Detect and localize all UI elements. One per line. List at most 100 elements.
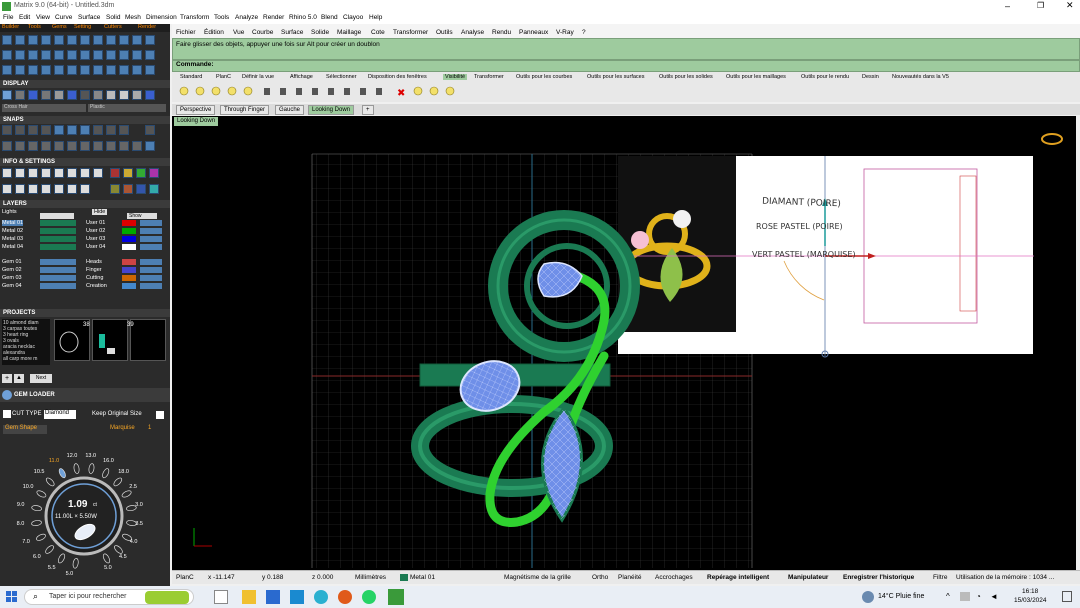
color-5-icon[interactable] [110,184,120,194]
status-planarity[interactable]: Planéité [618,574,642,581]
tab-standard[interactable]: Standard [180,74,202,80]
fillet-tool-icon[interactable] [132,65,142,75]
snap-7-icon[interactable] [67,141,77,151]
store-icon[interactable] [266,590,280,604]
clock-date[interactable]: 15/03/2024 [1014,597,1047,604]
snap-2-icon[interactable] [2,141,12,151]
dial-size-label[interactable]: 10.5 [34,469,45,475]
select-tool-icon[interactable] [2,65,12,75]
layer-color-swatch[interactable] [40,220,76,226]
dial-gem-petal[interactable] [31,520,42,526]
color-2-icon[interactable] [123,168,133,178]
dial-size-label[interactable]: 7.0 [22,539,30,545]
menu-tools[interactable]: Tools [214,14,229,21]
curve-tool-icon[interactable] [2,35,12,45]
viewport-looking-down[interactable]: Looking Down DIAMANT (POIRE) ROSE PASTEL… [172,116,1076,570]
bar-icon[interactable] [67,184,77,194]
split-tool-icon[interactable] [67,50,77,60]
layer-toggle[interactable] [140,220,162,226]
move-tool-icon[interactable] [54,65,64,75]
info-section-header[interactable]: INFO & SETTINGS [0,158,170,166]
close-icon[interactable]: ✕ [1066,0,1074,11]
layer-toggle[interactable] [140,267,162,273]
windows-start-icon[interactable] [6,591,17,602]
dial-gem-petal[interactable] [112,477,123,488]
layer-toggle[interactable] [140,244,162,250]
snap-grid-icon[interactable] [145,125,155,135]
layer-color-swatch[interactable] [40,267,76,273]
tab-dessin[interactable]: Dessin [862,74,879,80]
pave-tool-icon[interactable] [132,35,142,45]
hide-icon[interactable] [80,168,90,178]
dial-gem-petal[interactable] [72,557,79,569]
render-tool-icon[interactable] [145,35,155,45]
dial-size-label[interactable]: 5.5 [48,565,56,571]
layer-right-row-8[interactable]: Creation [86,283,166,290]
cutter-tool-icon[interactable] [119,35,129,45]
dial-size-label[interactable]: 2.5 [129,484,137,490]
dial-size-label[interactable]: 3.5 [135,521,143,527]
user-layer-color[interactable] [122,275,136,281]
tab-outils-courbes[interactable]: Outils pour les courbes [516,74,572,80]
gem-shape-value[interactable]: Marquise [110,425,140,434]
menu-analyse[interactable]: Analyse [461,29,484,36]
circle-tool-icon[interactable] [28,35,38,45]
dial-gem-petal[interactable] [35,533,46,542]
snap-3-icon[interactable] [15,141,25,151]
firefox-icon[interactable] [338,590,352,604]
menu-maillage[interactable]: Maillage [337,29,361,36]
tab-tools[interactable]: Tools [28,24,41,30]
menu-solid[interactable]: Solid [106,14,120,21]
layer-toggle[interactable] [140,228,162,234]
gray-sphere-icon[interactable] [132,90,142,100]
menu-vue[interactable]: Vue [233,29,244,36]
join-tool-icon[interactable] [41,65,51,75]
dial-gem-petal[interactable] [57,553,66,564]
status-history[interactable]: Enregistrer l'historique [843,574,914,581]
projects-section-header[interactable]: PROJECTS [0,309,170,317]
snap-10-icon[interactable] [106,141,116,151]
user-layer-color[interactable] [122,228,136,234]
dial-size-label[interactable]: 10.0 [23,484,34,490]
color-8-icon[interactable] [149,184,159,194]
minimize-icon[interactable]: – [1005,1,1010,11]
weather-text[interactable]: 14°C Pluie fine [878,593,924,600]
menu-courbe[interactable]: Courbe [252,29,273,36]
layer-right-row-1[interactable]: User 01 [86,220,166,227]
user-layer-color[interactable] [122,283,136,289]
tab-setting[interactable]: Setting [74,24,91,30]
user-layer-color[interactable] [122,267,136,273]
menu-help[interactable]: Help [369,14,382,21]
menu-edit[interactable]: Edit [19,14,30,21]
settings-icon[interactable] [41,168,51,178]
dial-gem-petal[interactable] [73,463,80,474]
color-1-icon[interactable] [110,168,120,178]
menu-panneaux[interactable]: Panneaux [519,29,548,36]
menu-help-fr[interactable]: ? [582,29,586,36]
dark-view-icon[interactable] [80,90,90,100]
menu-blend[interactable]: Blend [321,14,338,21]
add-viewport-tab[interactable]: + [362,105,374,115]
menu-clayoo[interactable]: Clayoo [343,14,363,21]
menu-render[interactable]: Render [263,14,284,21]
menu-rendu[interactable]: Rendu [492,29,511,36]
maximize-icon[interactable]: ❐ [1037,1,1044,10]
cursor-select[interactable]: Cross Hair [2,104,86,112]
dial-size-label[interactable]: 13.0 [85,453,96,459]
dial-size-label[interactable]: 9.0 [17,502,25,508]
wireframe-icon[interactable] [2,90,12,100]
layer-right-row-0[interactable]: Hide [86,209,166,216]
prong-tool-icon[interactable] [93,35,103,45]
snap-end-icon[interactable] [2,125,12,135]
dial-size-label[interactable]: 8.0 [17,521,25,527]
menu-transform[interactable]: Transform [180,14,209,21]
dial-size-label[interactable]: 5.0 [66,571,74,577]
tab-outils-surfaces[interactable]: Outils pour les surfaces [587,74,644,80]
line-tool-icon[interactable] [15,35,25,45]
cut-type-select[interactable]: Diamond [44,410,76,419]
ring-tool-icon[interactable] [67,35,77,45]
trim-tool-icon[interactable] [28,65,38,75]
user-layer-color[interactable] [122,236,136,242]
flow-tool-icon[interactable] [132,50,142,60]
shaded-icon[interactable] [15,90,25,100]
